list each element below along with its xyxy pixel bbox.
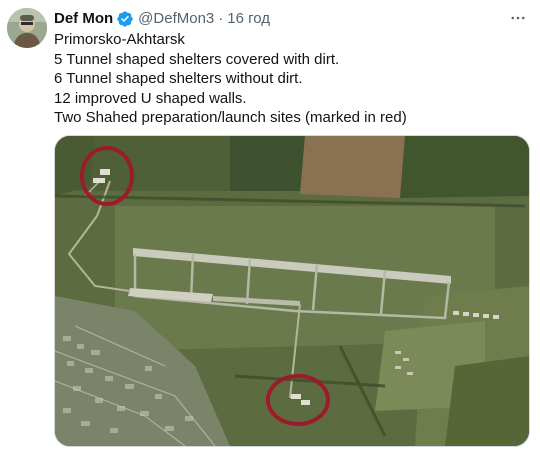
timestamp[interactable]: 16 год: [227, 9, 270, 29]
avatar[interactable]: [7, 8, 47, 48]
avatar-image: [7, 8, 47, 48]
tweet-line-uncovered-shelters: 6 Tunnel shaped shelters without dirt.: [54, 70, 303, 87]
tweet[interactable]: Def Mon @DefMon3 · 16 год Primorsko-Akht…: [0, 0, 540, 451]
tweet-line-u-walls: 12 improved U shaped walls.: [54, 89, 247, 107]
tweet-line-location: Primorsko-Akhtarsk: [54, 31, 185, 48]
author-handle[interactable]: @DefMon3: [138, 9, 214, 29]
verified-badge-icon: [116, 10, 134, 28]
satellite-image[interactable]: [54, 135, 530, 447]
tweet-line-launch-sites: Two Shahed preparation/launch sites (mar…: [54, 109, 407, 126]
tweet-header: Def Mon @DefMon3 · 16 год: [54, 9, 540, 29]
tweet-line-covered-shelters: 5 Tunnel shaped shelters covered with di…: [54, 50, 340, 68]
tweet-text: Primorsko-Akhtarsk 5 Tunnel shaped shelt…: [54, 30, 524, 128]
more-options-icon[interactable]: [508, 10, 528, 26]
author-name[interactable]: Def Mon: [54, 9, 113, 29]
separator-dot: ·: [218, 10, 224, 27]
